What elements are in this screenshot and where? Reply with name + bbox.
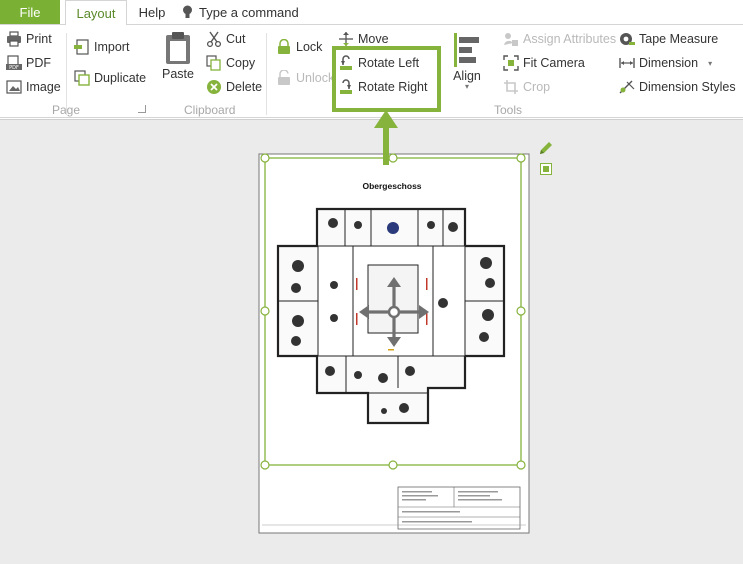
unlock-button[interactable]: Unlock <box>276 70 334 86</box>
duplicate-icon <box>74 70 90 86</box>
lightbulb-icon <box>183 5 192 18</box>
import-button[interactable]: Import <box>74 39 129 55</box>
tab-help[interactable]: Help <box>132 0 172 24</box>
chevron-down-icon: ▾ <box>464 82 469 91</box>
separator <box>66 33 67 115</box>
layer-icon[interactable] <box>540 163 552 175</box>
copy-label: Copy <box>226 56 256 70</box>
delete-button[interactable]: Delete <box>206 79 262 95</box>
printer-icon <box>7 31 21 47</box>
copy-icon <box>206 55 221 71</box>
align-label: Align <box>453 69 481 83</box>
tell-me-text: Type a command <box>199 4 299 20</box>
tape-measure-button[interactable]: Tape Measure <box>619 31 718 47</box>
tell-me-box[interactable]: Type a command <box>182 0 299 24</box>
unlock-label: Unlock <box>296 71 335 85</box>
chevron-down-icon[interactable]: ▾ <box>708 59 712 68</box>
layout-canvas[interactable]: Obergeschoss <box>0 119 743 564</box>
duplicate-button[interactable]: Duplicate <box>74 70 146 86</box>
callout-arrow-shaft <box>383 127 389 165</box>
ribbon-tab-bar: File Layout Help Type a command <box>0 0 743 25</box>
tape-measure-label: Tape Measure <box>639 32 719 46</box>
move-button[interactable]: Move <box>338 31 389 47</box>
cut-label: Cut <box>226 32 246 46</box>
print-button[interactable]: Print <box>6 31 52 47</box>
move-icon <box>339 32 353 46</box>
tab-file[interactable]: File <box>0 0 60 24</box>
clipboard-icon <box>165 32 190 64</box>
crop-button[interactable]: Crop <box>503 79 550 95</box>
lock-label: Lock <box>296 40 323 54</box>
svg-text:PDF: PDF <box>9 65 19 71</box>
fit-camera-icon <box>503 55 519 71</box>
tape-measure-icon <box>620 33 635 45</box>
separator <box>266 33 267 115</box>
pdf-button[interactable]: PDF PDF <box>6 55 51 71</box>
image-button[interactable]: Image <box>6 79 61 95</box>
delete-label: Delete <box>226 80 263 94</box>
tab-layout[interactable]: Layout <box>65 0 127 25</box>
dimension-styles-button[interactable]: Dimension Styles ▾ <box>619 79 743 95</box>
delete-icon <box>207 80 221 94</box>
unlock-icon <box>278 70 290 85</box>
move-gizmo[interactable] <box>357 275 431 349</box>
clipboard-group-label: Clipboard <box>184 103 236 117</box>
scissors-icon <box>206 31 222 47</box>
lock-icon <box>278 39 290 54</box>
pdf-label: PDF <box>26 56 51 70</box>
import-icon <box>74 39 89 55</box>
dimension-icon <box>619 58 635 68</box>
assign-attributes-label: Assign Attributes <box>523 32 617 46</box>
align-button[interactable]: Align ▾ <box>452 31 482 91</box>
print-label: Print <box>26 32 52 46</box>
image-label: Image <box>26 80 61 94</box>
highlight-box <box>332 46 441 112</box>
copy-button[interactable]: Copy <box>206 55 255 71</box>
move-label: Move <box>358 32 389 46</box>
dimension-button[interactable]: Dimension ▾ <box>619 55 712 71</box>
dimension-styles-label: Dimension Styles <box>639 80 736 94</box>
paste-label: Paste <box>162 67 194 81</box>
dimension-styles-icon <box>619 80 635 94</box>
tools-group-label: Tools <box>494 103 523 117</box>
fit-camera-label: Fit Camera <box>523 56 585 70</box>
page-group-launcher[interactable] <box>138 105 146 113</box>
assign-attributes-button[interactable]: Assign Attributes <box>503 31 616 47</box>
callout-arrow-icon <box>374 110 398 128</box>
cut-button[interactable]: Cut <box>206 31 245 47</box>
import-label: Import <box>94 40 130 54</box>
assign-attributes-icon <box>504 33 518 46</box>
image-icon <box>6 80 22 94</box>
pencil-icon[interactable] <box>538 140 554 156</box>
lock-button[interactable]: Lock <box>276 39 322 55</box>
align-icon <box>454 33 479 67</box>
dimension-label: Dimension <box>639 56 699 70</box>
crop-label: Crop <box>523 80 551 94</box>
pdf-icon: PDF <box>6 55 22 71</box>
paste-button[interactable]: Paste <box>162 31 194 81</box>
duplicate-label: Duplicate <box>94 71 147 85</box>
crop-icon <box>504 80 518 94</box>
fit-camera-button[interactable]: Fit Camera <box>503 55 585 71</box>
